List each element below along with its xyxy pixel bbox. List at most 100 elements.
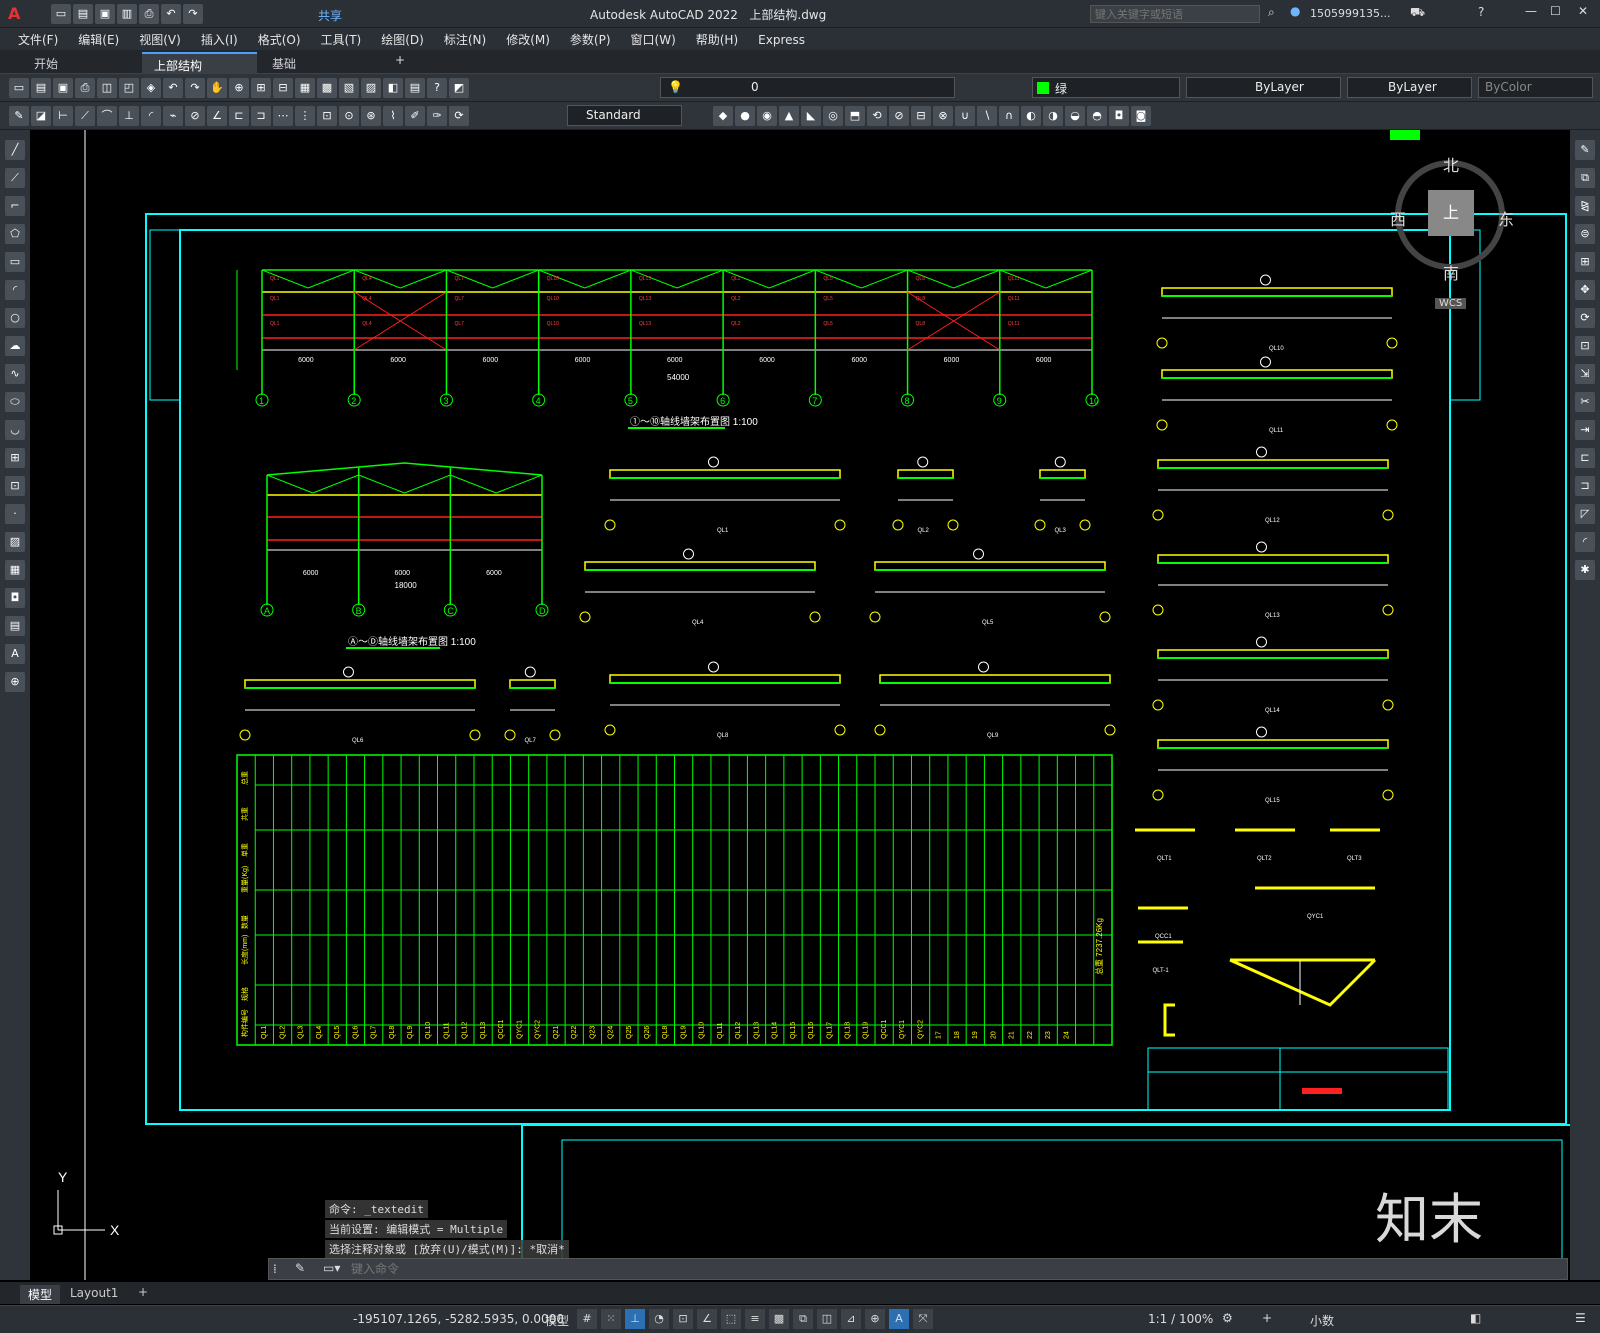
viewcube-top-face[interactable]: 上 [1428, 190, 1474, 236]
save-icon[interactable]: ▣ [95, 4, 115, 24]
arc-length-icon[interactable]: ⌒ [97, 106, 117, 126]
annotation-visibility-icon[interactable]: A [889, 1309, 909, 1329]
construction-line-icon[interactable]: ⟋ [5, 168, 25, 188]
shade-icon[interactable]: ◐ [1021, 106, 1041, 126]
add-selected-icon[interactable]: ⊕ [5, 672, 25, 692]
preview-icon[interactable]: ◫ [97, 78, 117, 98]
linetype-dropdown[interactable]: ByLayer [1186, 77, 1341, 98]
auto-scale-icon[interactable]: ⤧ [913, 1309, 933, 1329]
search-icon[interactable]: ⌕ [1268, 5, 1275, 20]
wcs-menu[interactable]: WCS [1435, 298, 1467, 309]
markup-icon[interactable]: ◧ [383, 78, 403, 98]
plot-icon[interactable]: ⎙ [139, 4, 159, 24]
rotate-icon[interactable]: ⟳ [1575, 308, 1595, 328]
gizmo-icon[interactable]: ⊕ [865, 1309, 885, 1329]
intersect-icon[interactable]: ∩ [999, 106, 1019, 126]
region-icon[interactable]: ◘ [5, 588, 25, 608]
match-prop-icon[interactable]: ✎ [9, 106, 29, 126]
camera-icon[interactable]: ◘ [1109, 106, 1129, 126]
menu-window[interactable]: 窗口(W) [621, 28, 686, 51]
add-layout-icon[interactable]: + [138, 1285, 148, 1299]
color-dropdown[interactable]: 绿 [1032, 77, 1180, 98]
radius-icon[interactable]: ◜ [141, 106, 161, 126]
extend-icon[interactable]: ⇥ [1575, 420, 1595, 440]
angular-icon[interactable]: ∠ [207, 106, 227, 126]
break-icon[interactable]: ⊏ [1575, 448, 1595, 468]
publish-icon[interactable]: ◰ [119, 78, 139, 98]
make-block-icon[interactable]: ⊡ [5, 476, 25, 496]
table-icon[interactable]: ▤ [5, 616, 25, 636]
units-selector[interactable]: 小数 [1310, 1312, 1334, 1329]
close-cmd-icon[interactable]: ⁞ [273, 1262, 277, 1276]
light-icon[interactable]: ◓ [1087, 106, 1107, 126]
new-icon[interactable]: ▭ [9, 78, 29, 98]
menu-format[interactable]: 格式(O) [248, 28, 311, 51]
open-icon[interactable]: ▤ [73, 4, 93, 24]
section-icon[interactable]: ⊟ [911, 106, 931, 126]
polygon-icon[interactable]: ⬠ [5, 224, 25, 244]
properties-icon[interactable]: ▦ [295, 78, 315, 98]
plot-icon[interactable]: ⎙ [75, 78, 95, 98]
menu-file[interactable]: 文件(F) [8, 28, 68, 51]
cone-icon[interactable]: ▲ [779, 106, 799, 126]
compass-south[interactable]: 南 [1443, 260, 1459, 284]
chamfer-icon[interactable]: ◸ [1575, 504, 1595, 524]
menu-tools[interactable]: 工具(T) [311, 28, 372, 51]
quick-properties-icon[interactable]: ◧ [1470, 1311, 1481, 1325]
menu-dimension[interactable]: 标注(N) [434, 28, 496, 51]
menu-edit[interactable]: 编辑(E) [68, 28, 129, 51]
ellipse-arc-icon[interactable]: ◡ [5, 420, 25, 440]
menu-draw[interactable]: 绘图(D) [371, 28, 434, 51]
plotstyle-dropdown[interactable]: ByColor [1478, 77, 1593, 98]
redo-icon[interactable]: ↷ [185, 78, 205, 98]
center-mark-icon[interactable]: ⊙ [339, 106, 359, 126]
dim-update-icon[interactable]: ⟳ [449, 106, 469, 126]
arc-icon[interactable]: ◜ [5, 280, 25, 300]
calculator-icon[interactable]: ▤ [405, 78, 425, 98]
new-icon[interactable]: ▭ [51, 4, 71, 24]
open-icon[interactable]: ▤ [31, 78, 51, 98]
menu-express[interactable]: Express [748, 30, 815, 50]
spline-icon[interactable]: ∿ [5, 364, 25, 384]
dim-style-dropdown[interactable]: Standard [567, 105, 682, 126]
3d-print-icon[interactable]: ◈ [141, 78, 161, 98]
compass-west[interactable]: 西 [1390, 206, 1406, 230]
circle-icon[interactable]: ○ [5, 308, 25, 328]
revolve-icon[interactable]: ⟲ [867, 106, 887, 126]
dim-edit-icon[interactable]: ✐ [405, 106, 425, 126]
space-icon[interactable]: ⋮ [295, 106, 315, 126]
osnap-icon[interactable]: ⊡ [673, 1309, 693, 1329]
menu-insert[interactable]: 插入(I) [191, 28, 248, 51]
user-name[interactable]: 1505999135... [1310, 7, 1390, 20]
stretch-icon[interactable]: ⇲ [1575, 364, 1595, 384]
autocad-logo-icon[interactable]: A [8, 4, 20, 23]
subtract-icon[interactable]: ∖ [977, 106, 997, 126]
tab-model[interactable]: 模型 [20, 1285, 61, 1304]
help-icon[interactable]: ? [1478, 5, 1484, 19]
quick-dim-icon[interactable]: ⊏ [229, 106, 249, 126]
annotation-plus-icon[interactable]: + [1262, 1311, 1272, 1325]
inspect-icon[interactable]: ⊛ [361, 106, 381, 126]
erase-icon[interactable]: ✎ [1575, 140, 1595, 160]
user-icon[interactable]: ● [1290, 4, 1300, 18]
interfere-icon[interactable]: ⊗ [933, 106, 953, 126]
snap-icon[interactable]: ⁙ [601, 1309, 621, 1329]
slice-icon[interactable]: ⊘ [889, 106, 909, 126]
layer-properties-icon[interactable]: ◩ [449, 78, 469, 98]
ordinate-icon[interactable]: ⊥ [119, 106, 139, 126]
maximize-icon[interactable]: ☐ [1550, 4, 1561, 18]
extrude-icon[interactable]: ⬒ [845, 106, 865, 126]
new-tab-icon[interactable]: + [395, 53, 405, 67]
offset-icon[interactable]: ⊜ [1575, 224, 1595, 244]
box-icon[interactable]: ◆ [713, 106, 733, 126]
3d-osnap-icon[interactable]: ◫ [817, 1309, 837, 1329]
aligned-dim-icon[interactable]: ⟋ [75, 106, 95, 126]
tab-layout1[interactable]: Layout1 [70, 1286, 118, 1300]
menu-parameter[interactable]: 参数(P) [560, 28, 621, 51]
linear-dim-icon[interactable]: ⊢ [53, 106, 73, 126]
polyline-icon[interactable]: ⌐ [5, 196, 25, 216]
baseline-icon[interactable]: ⊐ [251, 106, 271, 126]
ellipse-icon[interactable]: ⬭ [5, 392, 25, 412]
point-icon[interactable]: · [5, 504, 25, 524]
rectangle-icon[interactable]: ▭ [5, 252, 25, 272]
